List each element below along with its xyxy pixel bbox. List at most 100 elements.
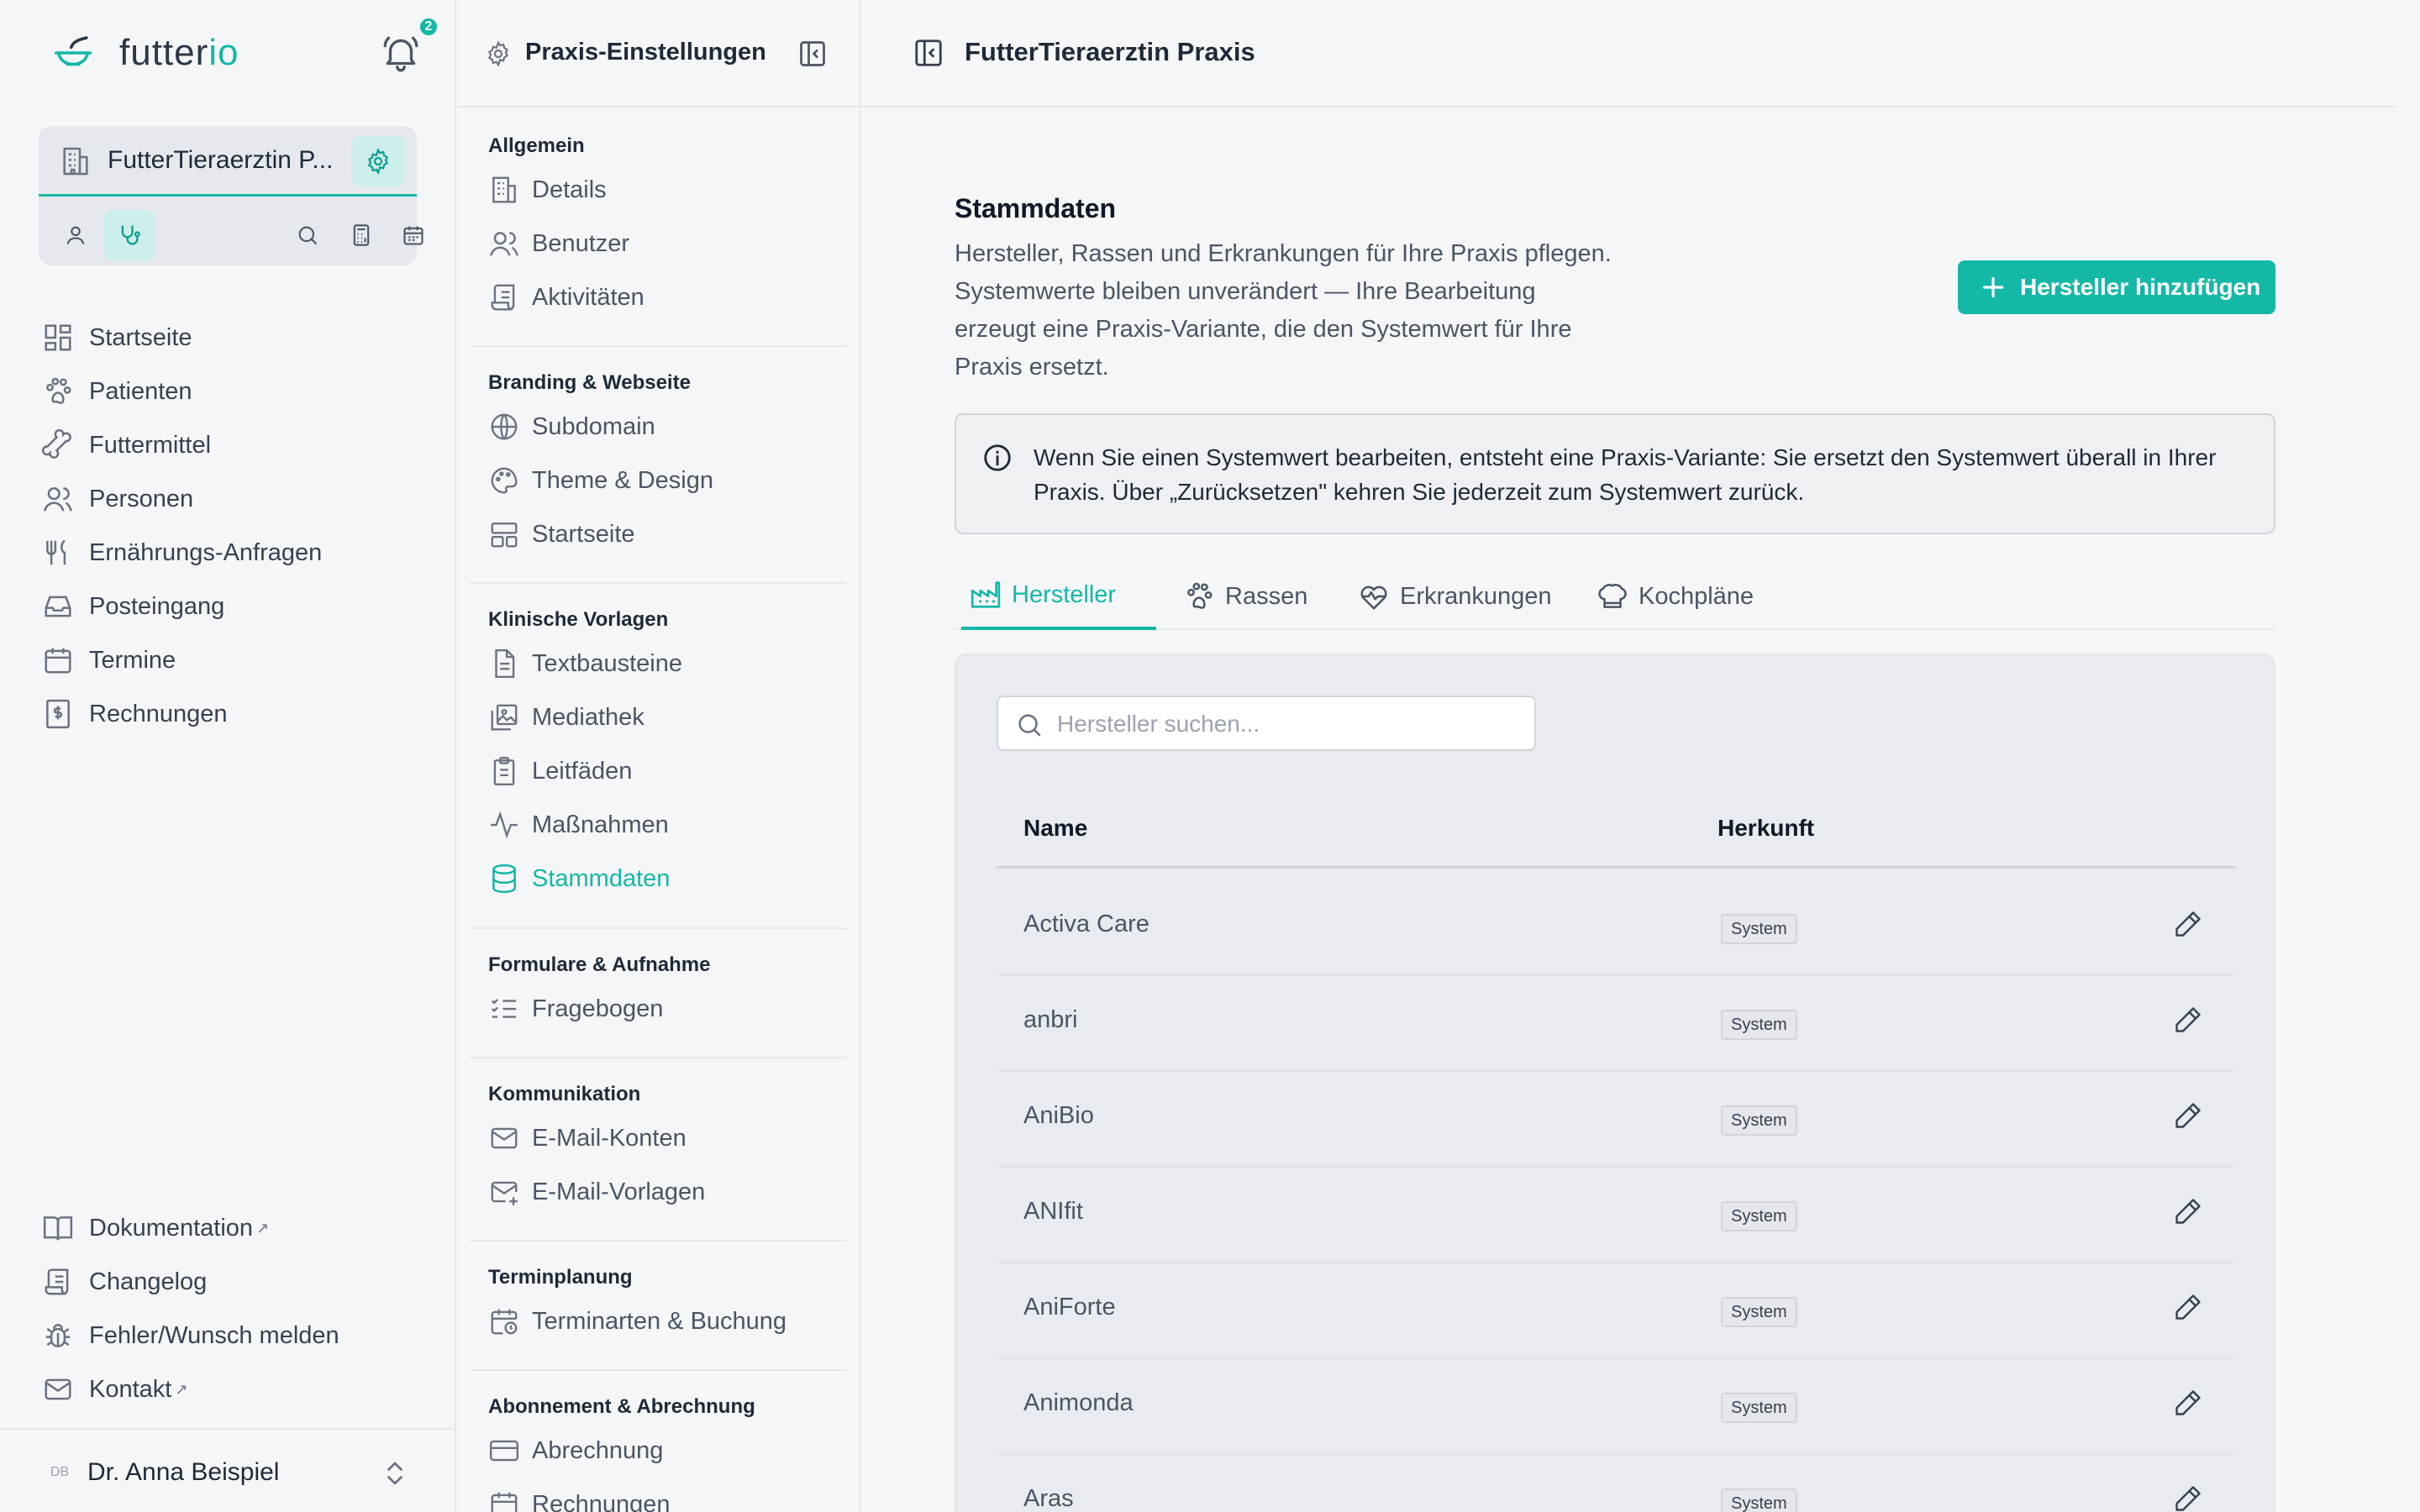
nav-item-futtermittel[interactable]: Futtermittel <box>42 418 429 472</box>
palette-icon <box>488 465 520 496</box>
section-heading: Abonnement & Abrechnung <box>488 1395 755 1418</box>
calculator-icon[interactable] <box>336 210 387 260</box>
nav-item-rechnungen[interactable]: Rechnungen <box>42 687 429 741</box>
collapse-panel-icon[interactable] <box>797 39 828 69</box>
pencil-icon[interactable] <box>2173 1005 2203 1035</box>
main-content: FutterTieraerztin Praxis Stammdaten Hers… <box>860 0 2420 1512</box>
settings-item-details[interactable]: Details <box>456 163 860 217</box>
origin-badge: System <box>1721 1488 1797 1512</box>
app-logo[interactable]: futterio <box>50 30 239 76</box>
nav-item-changelog[interactable]: Changelog <box>42 1255 429 1309</box>
settings-item-theme[interactable]: Theme & Design <box>456 454 860 507</box>
origin-badge: System <box>1721 1010 1797 1040</box>
building-icon <box>488 174 520 206</box>
settings-section-kommunikation: Kommunikation E-Mail-Konten E-Mail-Vorla… <box>456 1071 860 1219</box>
settings-item-email-vorlagen[interactable]: E-Mail-Vorlagen <box>456 1165 860 1219</box>
column-header-herkunft[interactable]: Herkunft <box>1718 815 1814 842</box>
search-icon[interactable] <box>282 210 333 260</box>
images-icon <box>488 701 520 733</box>
settings-item-email-konten[interactable]: E-Mail-Konten <box>456 1111 860 1165</box>
tab-hersteller[interactable]: Hersteller <box>961 563 1156 630</box>
settings-item-massnahmen[interactable]: Maßnahmen <box>456 798 860 852</box>
settings-item-subdomain[interactable]: Subdomain <box>456 400 860 454</box>
practice-toolbar <box>39 200 424 264</box>
settings-section-formulare: Formulare & Aufnahme Fragebogen <box>456 942 860 1036</box>
origin-badge: System <box>1721 1201 1797 1231</box>
manufacturer-name: anbri <box>1023 1006 1078 1033</box>
sidebar-toggle-icon[interactable] <box>913 37 944 69</box>
nav-item-patienten[interactable]: Patienten <box>42 365 429 418</box>
nav-item-startseite[interactable]: Startseite <box>42 311 429 365</box>
settings-item-mediathek[interactable]: Mediathek <box>456 690 860 744</box>
pencil-icon[interactable] <box>2173 1100 2203 1131</box>
column-header-name[interactable]: Name <box>1023 815 1087 842</box>
paw-icon <box>1183 580 1215 612</box>
section-heading: Allgemein <box>488 134 585 157</box>
settings-item-stammdaten[interactable]: Stammdaten <box>456 852 860 906</box>
user-name: Dr. Anna Beispiel <box>87 1458 280 1486</box>
origin-badge: System <box>1721 1393 1797 1423</box>
layout-icon <box>488 518 520 550</box>
table-row: AniForte System <box>997 1263 2235 1359</box>
settings-item-label: Startseite <box>532 520 635 548</box>
app-logo-text: futterio <box>119 32 239 73</box>
settings-item-benutzer[interactable]: Benutzer <box>456 217 860 270</box>
pencil-icon[interactable] <box>2173 1388 2203 1418</box>
settings-item-fragebogen[interactable]: Fragebogen <box>456 982 860 1036</box>
scroll-icon <box>488 281 520 313</box>
notification-badge: 2 <box>418 17 439 37</box>
settings-item-label: Textbausteine <box>532 649 682 677</box>
nav-item-kontakt[interactable]: Kontakt ↗ <box>42 1362 429 1416</box>
settings-item-leitfaeden[interactable]: Leitfäden <box>456 744 860 798</box>
pencil-icon[interactable] <box>2173 909 2203 939</box>
pencil-icon[interactable] <box>2173 1196 2203 1226</box>
divider <box>470 927 846 929</box>
settings-item-abrechnung[interactable]: Abrechnung <box>456 1424 860 1478</box>
search-field[interactable] <box>997 696 1536 751</box>
mail-plus-icon <box>488 1176 520 1208</box>
nav-item-personen[interactable]: Personen <box>42 472 429 526</box>
page-title: FutterTieraerztin Praxis <box>965 37 1255 66</box>
settings-item-startseite[interactable]: Startseite <box>456 507 860 561</box>
factory-icon <box>970 579 1002 611</box>
table-row: ANIfit System <box>997 1168 2235 1263</box>
settings-section-allgemein: Allgemein Details Benutzer Aktivitäten <box>456 123 860 324</box>
user-icon[interactable] <box>50 210 101 260</box>
nav-item-posteingang[interactable]: Posteingang <box>42 580 429 633</box>
origin-badge: System <box>1721 1105 1797 1136</box>
calendar-grid-icon[interactable] <box>388 210 439 260</box>
settings-header: Praxis-Einstellungen <box>456 0 860 108</box>
settings-item-textbausteine[interactable]: Textbausteine <box>456 637 860 690</box>
search-input[interactable] <box>1057 704 1519 744</box>
nav-item-termine[interactable]: Termine <box>42 633 429 687</box>
pencil-icon[interactable] <box>2173 1292 2203 1322</box>
stethoscope-icon[interactable] <box>104 210 155 260</box>
add-manufacturer-button[interactable]: Hersteller hinzufügen <box>1958 260 2275 314</box>
calendar-icon <box>42 644 74 676</box>
nav-item-fehler-melden[interactable]: Fehler/Wunsch melden <box>42 1309 429 1362</box>
settings-item-aktivitaeten[interactable]: Aktivitäten <box>456 270 860 324</box>
building-icon <box>59 144 92 178</box>
settings-item-terminarten[interactable]: Terminarten & Buchung <box>456 1294 860 1348</box>
practice-settings-button[interactable] <box>351 136 405 186</box>
bug-icon <box>42 1320 74 1352</box>
nav-item-dokumentation[interactable]: Dokumentation ↗ <box>42 1201 429 1255</box>
tab-kochplaene[interactable]: Kochpläne <box>1588 563 1762 630</box>
bell-icon[interactable] <box>380 32 422 74</box>
manufacturer-name: AniForte <box>1023 1294 1116 1320</box>
user-menu[interactable]: DB Dr. Anna Beispiel <box>0 1428 456 1512</box>
tab-rassen[interactable]: Rassen <box>1175 563 1316 630</box>
settings-item-rechnungen[interactable]: Rechnungen <box>456 1478 860 1512</box>
nav-item-ernaehrungs-anfragen[interactable]: Ernährungs-Anfragen <box>42 526 429 580</box>
section-heading: Terminplanung <box>488 1266 633 1289</box>
section-heading: Branding & Webseite <box>488 371 691 394</box>
chef-hat-icon <box>1597 580 1628 612</box>
manufacturer-table-card: Name Herkunft Activa Care System anbri S… <box>955 654 2275 1512</box>
practice-selector[interactable]: FutterTieraerztin P... <box>39 126 417 197</box>
tab-bar: Hersteller Rassen Erkrankungen Kochpläne <box>955 563 2275 630</box>
scroll-icon <box>42 1266 74 1298</box>
tab-erkrankungen[interactable]: Erkrankungen <box>1349 563 1560 630</box>
mail-icon <box>42 1373 74 1405</box>
pencil-icon[interactable] <box>2173 1483 2203 1512</box>
info-callout: Wenn Sie einen Systemwert bearbeiten, en… <box>955 413 2275 534</box>
